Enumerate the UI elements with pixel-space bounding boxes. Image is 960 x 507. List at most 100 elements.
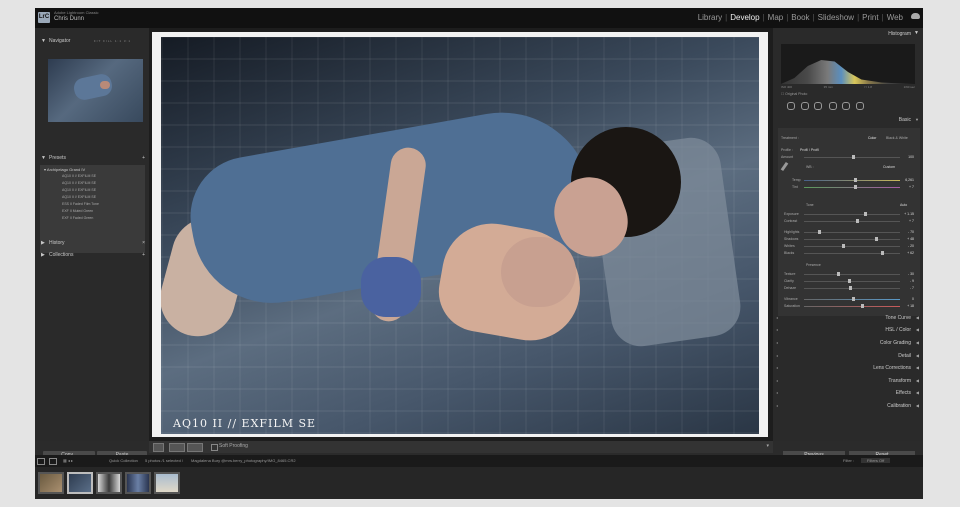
filmstrip-thumbnail[interactable] (125, 472, 151, 494)
expand-triangle-icon[interactable]: ◀ (916, 378, 919, 383)
module-map[interactable]: Map (766, 13, 786, 22)
section-toggle-icon[interactable]: ◂ (776, 390, 778, 395)
texture-value[interactable]: - 30 (908, 272, 914, 276)
amount-slider[interactable] (804, 155, 900, 159)
spot-removal-icon[interactable] (801, 102, 809, 110)
main-photo[interactable]: AQ10 II // EXFILM SE (161, 37, 759, 434)
add-preset-icon[interactable]: + (142, 153, 145, 163)
preset-item[interactable]: AQ10 II // EXFILM SE (62, 181, 96, 185)
vibrance-slider[interactable] (804, 297, 900, 301)
image-canvas[interactable]: AQ10 II // EXFILM SE (149, 28, 773, 441)
section-tone-curve[interactable]: Tone Curve (885, 315, 911, 321)
highlights-slider[interactable] (804, 230, 900, 234)
temp-value[interactable]: 6,261 (905, 178, 914, 182)
filmstrip-thumbnail[interactable] (154, 472, 180, 494)
clarity-value[interactable]: - 9 (910, 279, 914, 283)
expand-triangle-icon[interactable]: ◀ (916, 403, 919, 408)
shadows-value[interactable]: + 48 (907, 237, 914, 241)
section-toggle-icon[interactable]: ◂ (776, 378, 778, 383)
preset-item[interactable]: EXF II Muted Green (62, 209, 93, 213)
section-calibration[interactable]: Calibration (887, 403, 911, 409)
navigator-preview[interactable] (48, 59, 143, 122)
module-print[interactable]: Print (860, 13, 880, 22)
red-eye-icon[interactable] (814, 102, 822, 110)
filmstrip-thumbnail[interactable] (96, 472, 122, 494)
filmstrip-thumbnail[interactable] (38, 472, 64, 494)
section-hsl[interactable]: HSL / Color (885, 327, 911, 333)
before-after-swap-icon[interactable] (187, 443, 203, 452)
preset-folder[interactable]: ▾ Archipelago Grand IV (44, 167, 85, 172)
blacks-value[interactable]: + 62 (907, 251, 914, 255)
expand-triangle-icon[interactable]: ◀ (916, 315, 919, 320)
exposure-value[interactable]: + 1.15 (904, 212, 914, 216)
monitor-2-icon[interactable] (49, 458, 57, 465)
loupe-view-icon[interactable] (153, 443, 164, 452)
section-toggle-icon[interactable]: ◂ (776, 315, 778, 320)
source-label[interactable]: Quick Collection (109, 458, 138, 463)
preset-item[interactable]: AQ10 II // EXFILM SE (62, 174, 96, 178)
toolbar-menu-icon[interactable]: ▾ (766, 443, 769, 449)
clear-history-icon[interactable]: × (142, 238, 145, 248)
grid-icon[interactable]: ▦ ◂ ▸ (63, 458, 73, 463)
navigator-header[interactable]: ▼ Navigator FIT FILL 1:1 3:1 (35, 36, 149, 46)
histogram-title[interactable]: Histogram (888, 31, 911, 37)
graduated-filter-icon[interactable] (829, 102, 837, 110)
preset-item[interactable]: EXF II Faded Green (62, 216, 93, 220)
section-toggle-icon[interactable]: ◂ (776, 403, 778, 408)
photo-path[interactable]: Magdalena Bury @mrs.berry_photography/IM… (191, 458, 296, 463)
section-lens-corrections[interactable]: Lens Corrections (873, 365, 911, 371)
module-web[interactable]: Web (885, 13, 905, 22)
collapse-triangle-icon[interactable]: ▼ (915, 117, 919, 122)
basic-title[interactable]: Basic (899, 117, 911, 123)
dehaze-slider[interactable] (804, 286, 900, 290)
saturation-value[interactable]: + 18 (907, 304, 914, 308)
section-toggle-icon[interactable]: ◂ (776, 327, 778, 332)
collections-header[interactable]: ▶ Collections + (35, 250, 149, 260)
histogram[interactable] (781, 44, 915, 84)
saturation-slider[interactable] (804, 304, 900, 308)
contrast-value[interactable]: + 7 (909, 219, 914, 223)
amount-value[interactable]: 100 (908, 155, 914, 159)
section-toggle-icon[interactable]: ◂ (776, 353, 778, 358)
module-slideshow[interactable]: Slideshow (816, 13, 856, 22)
monitor-1-icon[interactable] (37, 458, 45, 465)
profile-select[interactable]: Profil / Profil (800, 148, 819, 152)
whites-slider[interactable] (804, 244, 900, 248)
treatment-color[interactable]: Color (868, 136, 876, 140)
section-toggle-icon[interactable]: ◂ (776, 365, 778, 370)
eyedropper-icon[interactable] (780, 161, 789, 172)
section-color-grading[interactable]: Color Grading (880, 340, 911, 346)
module-book[interactable]: Book (789, 13, 811, 22)
history-header[interactable]: ▶ History × (35, 238, 149, 248)
collapse-triangle-icon[interactable]: ▼ (914, 30, 919, 36)
preset-item[interactable]: AQ10 II // EXFILM SE (62, 188, 96, 192)
module-develop[interactable]: Develop (728, 13, 761, 22)
temp-slider[interactable] (804, 178, 900, 182)
section-transform[interactable]: Transform (888, 378, 911, 384)
filter-select[interactable]: Filters Off (861, 458, 891, 463)
add-collection-icon[interactable]: + (142, 250, 145, 260)
before-after-icon[interactable] (169, 443, 185, 452)
crop-icon[interactable] (787, 102, 795, 110)
expand-triangle-icon[interactable]: ◀ (916, 353, 919, 358)
shadows-slider[interactable] (804, 237, 900, 241)
tint-value[interactable]: + 7 (909, 185, 914, 189)
tint-slider[interactable] (804, 185, 900, 189)
exposure-slider[interactable] (804, 212, 900, 216)
contrast-slider[interactable] (804, 219, 900, 223)
cloud-icon[interactable] (911, 13, 920, 19)
filmstrip-thumbnail-selected[interactable] (67, 472, 93, 494)
original-photo-label[interactable]: ☐ Original Photo (781, 92, 807, 96)
texture-slider[interactable] (804, 272, 900, 276)
module-library[interactable]: Library (696, 13, 724, 22)
presets-header[interactable]: ▼ Presets + (35, 153, 149, 163)
soft-proofing-checkbox[interactable] (211, 444, 218, 451)
whites-value[interactable]: - 20 (908, 244, 914, 248)
section-toggle-icon[interactable]: ◂ (776, 340, 778, 345)
expand-triangle-icon[interactable]: ◀ (916, 365, 919, 370)
expand-triangle-icon[interactable]: ◀ (916, 340, 919, 345)
navigator-zoom-options[interactable]: FIT FILL 1:1 3:1 (94, 36, 131, 46)
brush-icon[interactable] (856, 102, 864, 110)
preset-item[interactable]: ESS II Faded Film Tone (62, 202, 99, 206)
treatment-bw[interactable]: Black & White (886, 136, 908, 140)
